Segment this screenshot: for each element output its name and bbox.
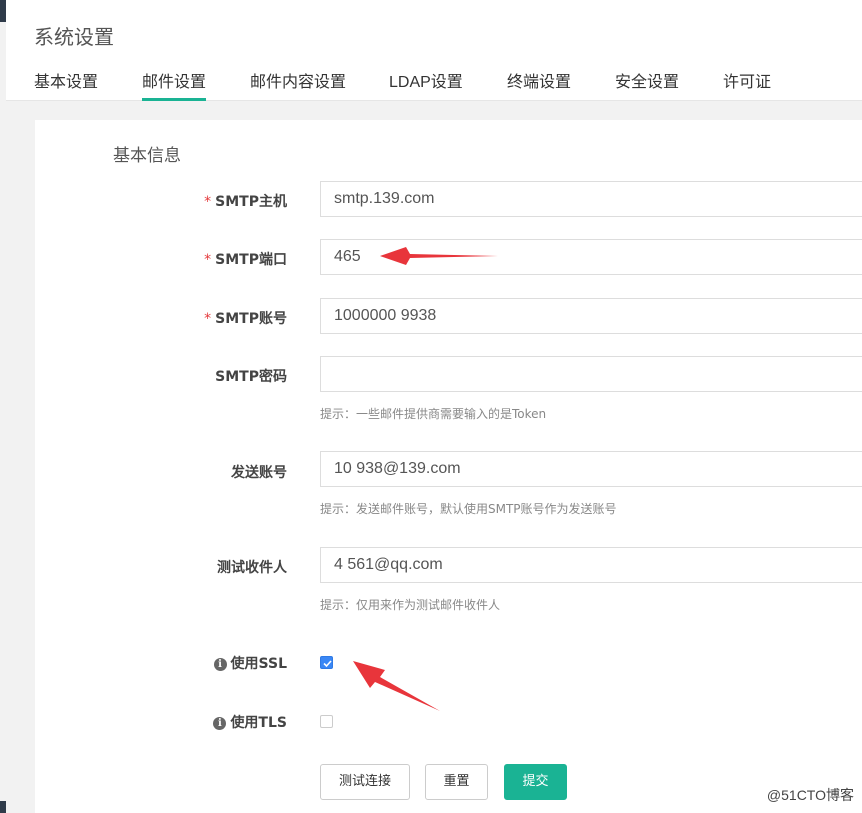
tab-ldap-settings[interactable]: LDAP设置 <box>389 68 463 100</box>
use-ssl-label: i 使用SSL <box>35 653 287 673</box>
smtp-password-hint: 提示：一些邮件提供商需要输入的是Token <box>320 407 547 421</box>
sender-account-label: 发送账号 <box>231 465 287 481</box>
tab-email-settings[interactable]: 邮件设置 <box>142 68 207 101</box>
smtp-password-label: SMTP密码 <box>215 369 287 385</box>
submit-button[interactable]: 提交 <box>504 764 567 800</box>
annotation-arrow-port <box>380 247 498 265</box>
test-recipient-input[interactable]: 4 561@qq.com <box>320 547 862 583</box>
sidebar-edge-bottom <box>0 801 6 813</box>
test-recipient-label: 测试收件人 <box>217 560 287 576</box>
tab-license[interactable]: 许可证 <box>723 68 771 100</box>
checkmark-icon <box>323 660 332 668</box>
required-marker: * <box>204 252 212 268</box>
tab-terminal-settings[interactable]: 终端设置 <box>507 68 571 100</box>
smtp-host-label: * SMTP主机 <box>204 194 287 210</box>
use-tls-checkbox[interactable] <box>320 715 333 728</box>
sender-account-input[interactable]: 10 938@139.com <box>320 451 862 487</box>
use-tls-label: i 使用TLS <box>35 712 287 732</box>
test-connection-button[interactable]: 测试连接 <box>320 764 410 800</box>
smtp-account-input[interactable]: 1000000 9938 <box>320 298 862 334</box>
use-ssl-checkbox[interactable] <box>320 656 333 669</box>
test-recipient-hint: 提示：仅用来作为测试邮件收件人 <box>320 598 501 612</box>
tab-email-content-settings[interactable]: 邮件内容设置 <box>250 68 346 100</box>
required-marker: * <box>204 311 212 327</box>
info-icon: i <box>213 658 227 671</box>
sender-account-hint: 提示：发送邮件账号，默认使用SMTP账号作为发送账号 <box>320 502 617 516</box>
info-icon: i <box>213 717 227 730</box>
section-title: 基本信息 <box>113 146 181 165</box>
tab-basic-settings[interactable]: 基本设置 <box>34 68 98 100</box>
page-title: 系统设置 <box>34 27 114 49</box>
reset-button[interactable]: 重置 <box>425 764 488 800</box>
annotation-arrow-ssl <box>353 661 440 711</box>
smtp-port-label: * SMTP端口 <box>204 252 287 268</box>
tab-security-settings[interactable]: 安全设置 <box>615 68 679 100</box>
required-marker: * <box>204 194 212 210</box>
smtp-password-input[interactable] <box>320 356 862 392</box>
page-header: 系统设置 基本设置 邮件设置 邮件内容设置 LDAP设置 终端设置 安全设置 许… <box>6 0 862 101</box>
smtp-account-label: * SMTP账号 <box>204 311 287 327</box>
watermark: @51CTO博客 <box>766 787 854 803</box>
smtp-host-input[interactable]: smtp.139.com <box>320 181 862 217</box>
